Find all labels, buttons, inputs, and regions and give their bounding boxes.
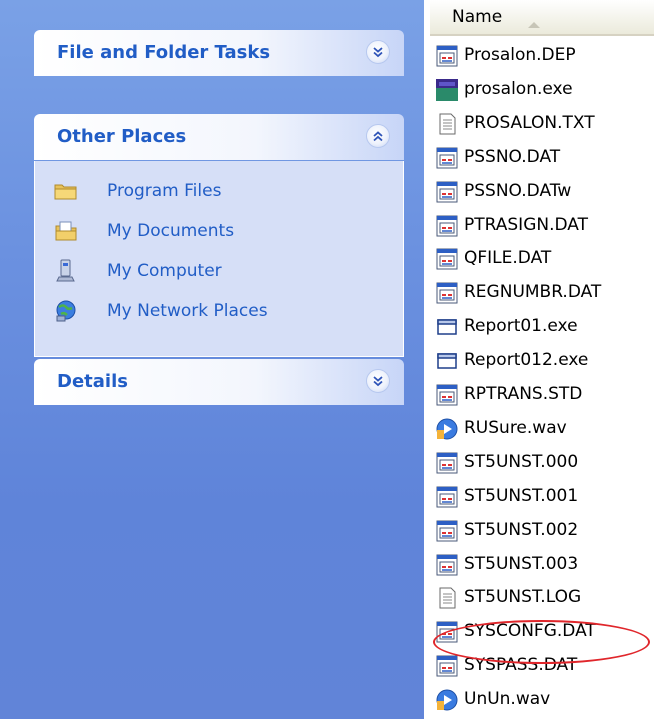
other-places-item-label[interactable]: My Documents: [107, 221, 234, 241]
file-row[interactable]: REGNUMBR.DAT: [432, 277, 652, 309]
file-row[interactable]: ST5UNST.000: [432, 447, 652, 479]
dat-file-icon: [436, 486, 458, 508]
file-name[interactable]: UnUn.wav: [464, 689, 550, 709]
network-places-icon: [54, 299, 78, 323]
file-name[interactable]: PSSNO.DAT: [464, 147, 560, 167]
chevron-double-down-icon[interactable]: [366, 369, 390, 393]
details-header[interactable]: Details: [34, 359, 404, 405]
file-name[interactable]: RUSure.wav: [464, 418, 567, 438]
file-row[interactable]: ST5UNST.001: [432, 481, 652, 513]
other-places-item-label[interactable]: My Computer: [107, 261, 222, 281]
dat-file-icon: [436, 282, 458, 304]
file-row[interactable]: ST5UNST.LOG: [432, 582, 652, 614]
file-name[interactable]: PSSNO.DATw: [464, 181, 571, 201]
dat-file-icon: [436, 520, 458, 542]
file-list: Name Prosalon.DEP prosalon.exe PROSALON.TX…: [424, 0, 654, 719]
audio-file-icon: [436, 418, 458, 440]
file-row[interactable]: QFILE.DAT: [432, 243, 652, 275]
file-row[interactable]: UnUn.wav: [432, 684, 652, 716]
file-row[interactable]: RPTRANS.STD: [432, 379, 652, 411]
file-row[interactable]: ST5UNST.002: [432, 515, 652, 547]
dat-file-icon: [436, 181, 458, 203]
sort-ascending-icon: [527, 14, 541, 33]
dat-file-icon: [436, 147, 458, 169]
file-row[interactable]: SYSPASS.DAT: [432, 650, 652, 682]
other-places-item-label[interactable]: My Network Places: [107, 301, 268, 321]
dat-file-icon: [436, 384, 458, 406]
other-places-header[interactable]: Other Places: [34, 114, 404, 160]
file-name[interactable]: ST5UNST.003: [464, 554, 578, 574]
file-name[interactable]: ST5UNST.001: [464, 486, 578, 506]
file-row[interactable]: Report012.exe: [432, 345, 652, 377]
file-name[interactable]: RPTRANS.STD: [464, 384, 582, 404]
my-documents-icon: [54, 219, 78, 243]
file-row[interactable]: SYSCONFG.DAT: [432, 616, 652, 648]
dat-file-icon: [436, 655, 458, 677]
exe-window-icon: [436, 316, 458, 338]
chevron-double-down-icon[interactable]: [366, 40, 390, 64]
file-name[interactable]: PROSALON.TXT: [464, 113, 595, 133]
file-name[interactable]: QFILE.DAT: [464, 248, 551, 268]
file-row[interactable]: PROSALON.TXT: [432, 108, 652, 140]
file-row[interactable]: Prosalon.DEP: [432, 40, 652, 72]
other-places-title[interactable]: Other Places: [57, 126, 186, 147]
dat-file-icon: [436, 452, 458, 474]
file-row[interactable]: ST5UNST.003: [432, 549, 652, 581]
file-row[interactable]: RUSure.wav: [432, 413, 652, 445]
audio-file-icon: [436, 689, 458, 711]
my-computer-icon: [54, 259, 78, 283]
task-pane: File and Folder Tasks Other Places Progr…: [0, 0, 424, 719]
text-file-icon: [436, 587, 458, 609]
file-name[interactable]: ST5UNST.000: [464, 452, 578, 472]
details-title[interactable]: Details: [57, 371, 128, 392]
folder-icon: [54, 179, 78, 203]
file-name[interactable]: REGNUMBR.DAT: [464, 282, 601, 302]
other-places-body: Program Files My Documents My Computer M…: [34, 161, 404, 357]
file-row[interactable]: PSSNO.DATw: [432, 176, 652, 208]
file-row[interactable]: prosalon.exe: [432, 74, 652, 106]
dat-file-icon: [436, 248, 458, 270]
file-name[interactable]: Prosalon.DEP: [464, 45, 576, 65]
other-places-item-label[interactable]: Program Files: [107, 181, 221, 201]
file-folder-tasks-title[interactable]: File and Folder Tasks: [57, 42, 270, 63]
column-header-label[interactable]: Name: [452, 7, 502, 27]
column-header-name[interactable]: Name: [430, 0, 654, 36]
file-row[interactable]: PSSNO.DAT: [432, 142, 652, 174]
file-name[interactable]: Report012.exe: [464, 350, 588, 370]
file-name[interactable]: ST5UNST.002: [464, 520, 578, 540]
dat-file-icon: [436, 215, 458, 237]
file-name[interactable]: Report01.exe: [464, 316, 578, 336]
dat-file-icon: [436, 621, 458, 643]
file-name[interactable]: PTRASIGN.DAT: [464, 215, 588, 235]
file-row[interactable]: Report01.exe: [432, 311, 652, 343]
file-name[interactable]: prosalon.exe: [464, 79, 573, 99]
dat-file-icon: [436, 45, 458, 67]
file-name[interactable]: ST5UNST.LOG: [464, 587, 581, 607]
dat-file-icon: [436, 554, 458, 576]
file-folder-tasks-header[interactable]: File and Folder Tasks: [34, 30, 404, 76]
application-icon: [436, 78, 458, 101]
chevron-double-up-icon[interactable]: [366, 124, 390, 148]
file-name[interactable]: SYSPASS.DAT: [464, 655, 577, 675]
file-name[interactable]: SYSCONFG.DAT: [464, 621, 596, 641]
file-row[interactable]: PTRASIGN.DAT: [432, 210, 652, 242]
exe-window-icon: [436, 350, 458, 372]
text-file-icon: [436, 113, 458, 135]
